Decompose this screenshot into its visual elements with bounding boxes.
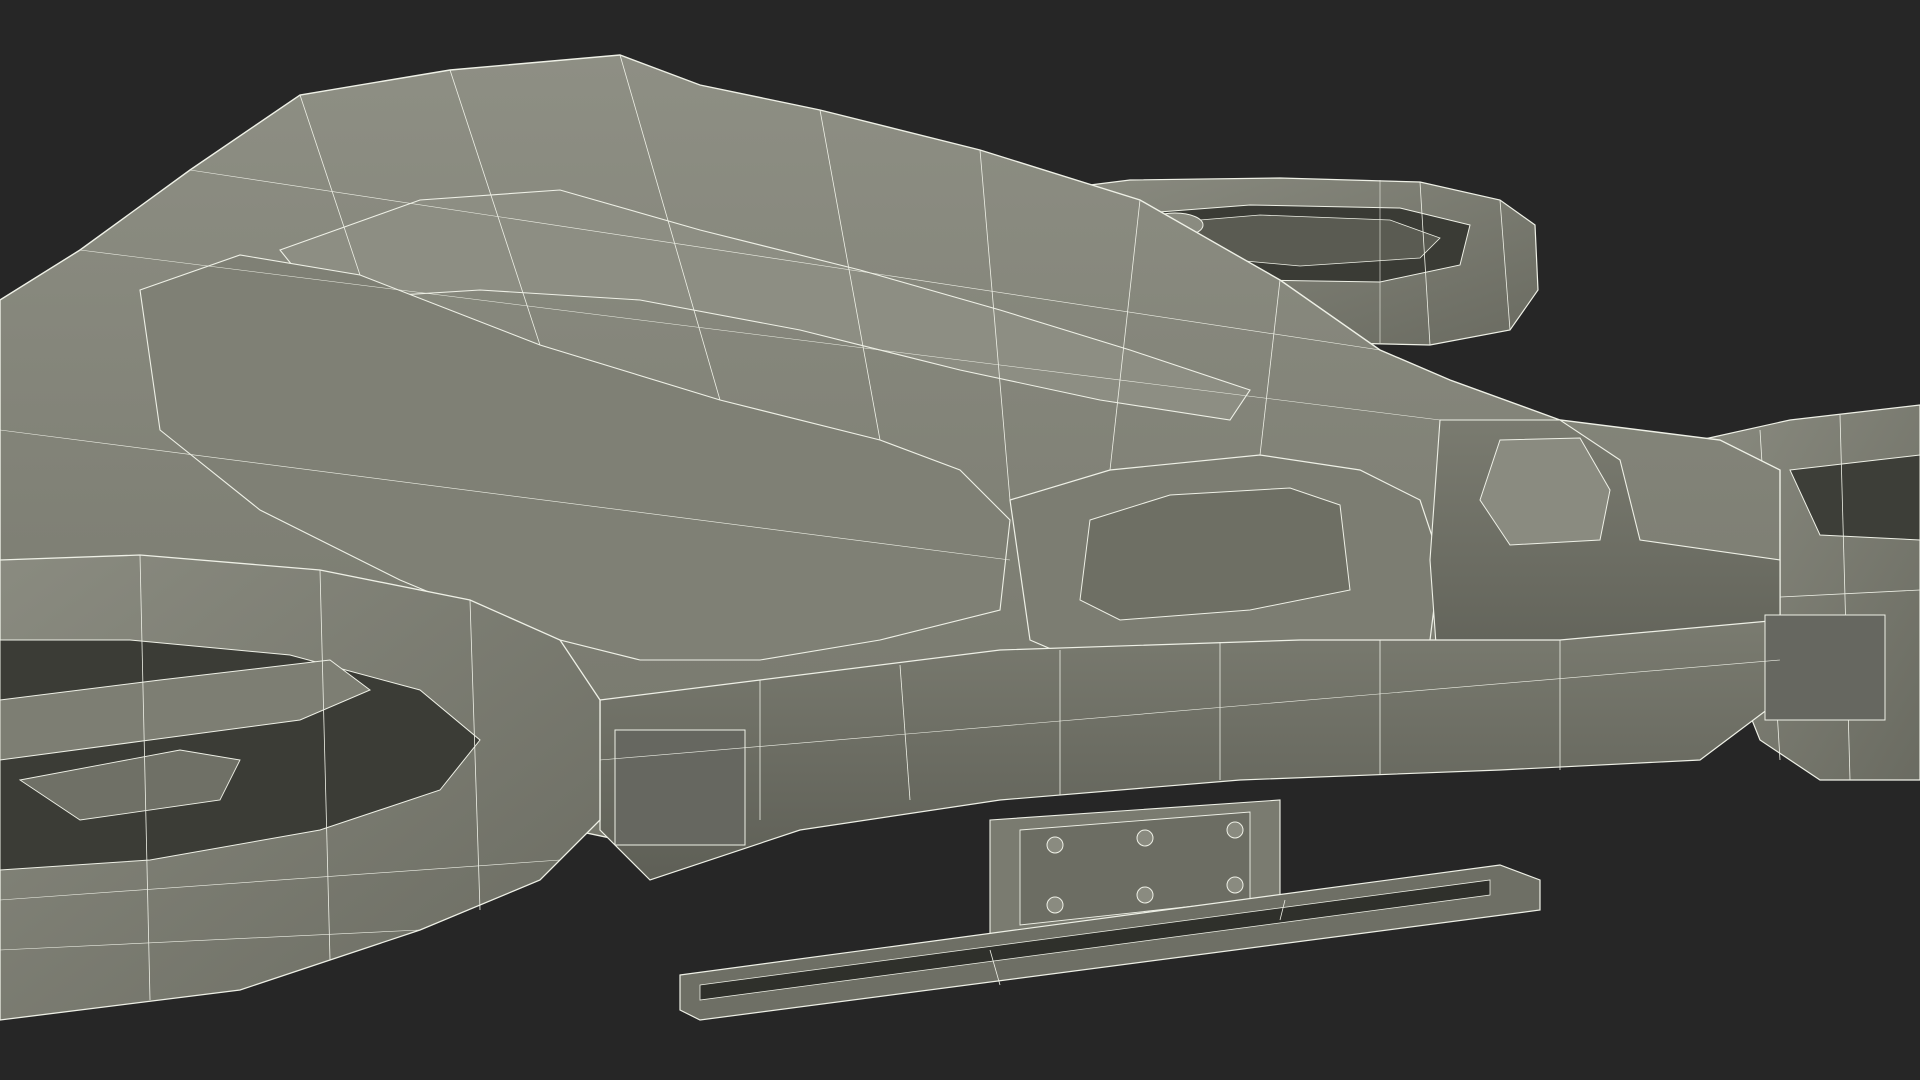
drone-wireframe-render bbox=[0, 54, 1920, 1021]
landing-skid bbox=[679, 799, 1541, 1021]
bolt bbox=[1046, 836, 1064, 854]
bolt bbox=[1136, 886, 1154, 904]
bolt bbox=[1226, 876, 1244, 894]
rotor-ring-left bbox=[0, 554, 601, 1021]
bolt bbox=[1226, 821, 1244, 839]
bolt bbox=[1136, 829, 1154, 847]
bolt bbox=[1046, 896, 1064, 914]
render-viewport bbox=[0, 0, 1920, 1080]
